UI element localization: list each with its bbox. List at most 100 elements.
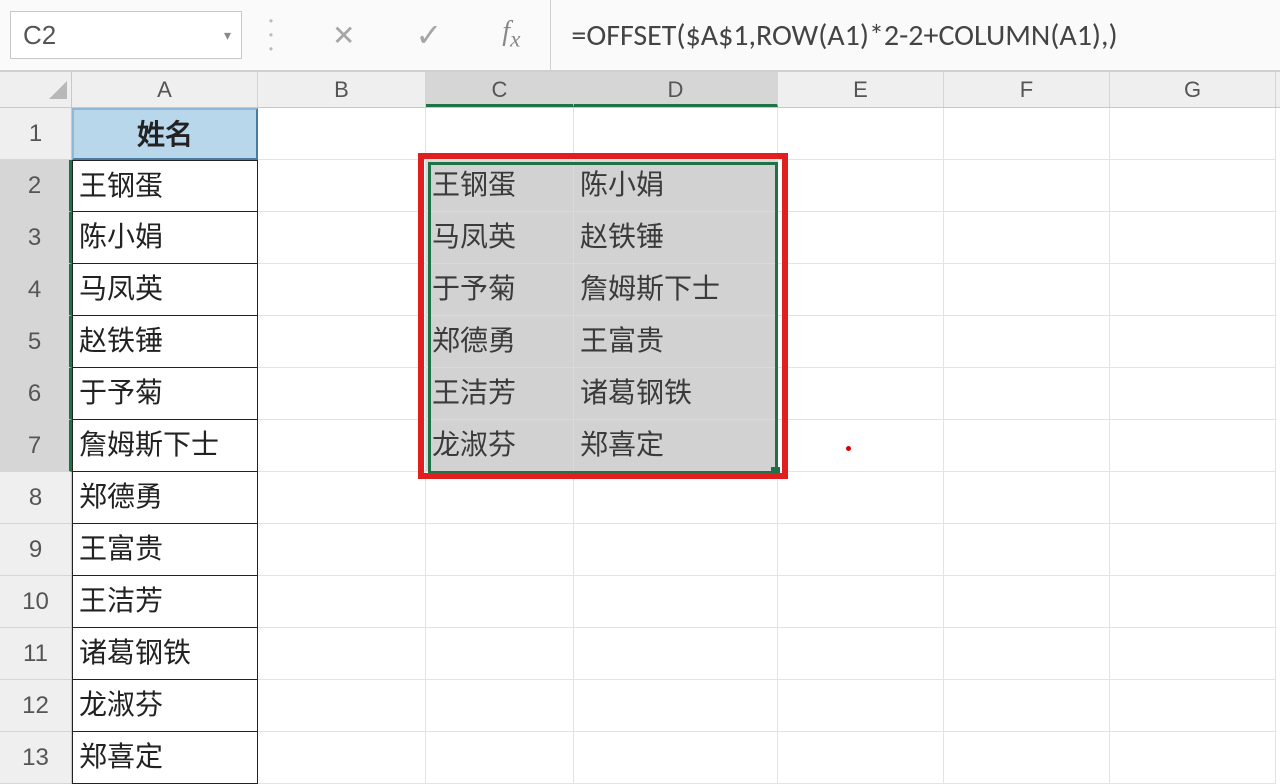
cell[interactable] xyxy=(426,732,574,784)
cell[interactable] xyxy=(944,680,1110,732)
cell[interactable]: 马凤英 xyxy=(72,264,258,316)
cell[interactable] xyxy=(258,576,426,628)
cell[interactable]: 陈小娟 xyxy=(72,212,258,264)
row-header[interactable]: 3 xyxy=(0,212,72,264)
cell[interactable] xyxy=(426,576,574,628)
enter-icon[interactable]: ✓ xyxy=(415,16,442,54)
cell[interactable]: 于予菊 xyxy=(426,264,574,316)
col-header-C[interactable]: C xyxy=(426,72,574,107)
row-header[interactable]: 1 xyxy=(0,108,72,160)
cell[interactable] xyxy=(778,420,944,472)
cell[interactable] xyxy=(1110,732,1276,784)
cell[interactable] xyxy=(778,732,944,784)
cell[interactable] xyxy=(426,680,574,732)
cell[interactable] xyxy=(944,316,1110,368)
cell[interactable] xyxy=(1110,628,1276,680)
cell[interactable] xyxy=(1110,160,1276,212)
cell[interactable] xyxy=(778,316,944,368)
cell[interactable] xyxy=(1110,264,1276,316)
col-header-B[interactable]: B xyxy=(258,72,426,107)
chevron-down-icon[interactable]: ▾ xyxy=(224,27,231,44)
row-header[interactable]: 8 xyxy=(0,472,72,524)
spreadsheet-grid[interactable]: A B C D E F G 1姓名2王钢蛋王钢蛋陈小娟3陈小娟马凤英赵铁锤4马凤… xyxy=(0,72,1280,784)
cell[interactable]: 龙淑芬 xyxy=(72,680,258,732)
select-all-corner[interactable] xyxy=(0,72,72,107)
cell[interactable] xyxy=(426,108,574,160)
cell[interactable] xyxy=(258,472,426,524)
cell[interactable] xyxy=(944,472,1110,524)
cell[interactable] xyxy=(1110,680,1276,732)
cell[interactable] xyxy=(574,472,778,524)
cell[interactable] xyxy=(944,368,1110,420)
cell[interactable]: 王富贵 xyxy=(574,316,778,368)
cell[interactable]: 诸葛钢铁 xyxy=(574,368,778,420)
cell[interactable] xyxy=(258,264,426,316)
cell[interactable]: 郑德勇 xyxy=(426,316,574,368)
cell[interactable] xyxy=(944,576,1110,628)
cell[interactable] xyxy=(426,524,574,576)
cell[interactable]: 詹姆斯下士 xyxy=(72,420,258,472)
fx-icon[interactable]: fx xyxy=(502,16,520,54)
cell[interactable] xyxy=(778,108,944,160)
cell[interactable] xyxy=(1110,576,1276,628)
cell[interactable] xyxy=(258,212,426,264)
cell[interactable] xyxy=(944,420,1110,472)
row-header[interactable]: 4 xyxy=(0,264,72,316)
cell[interactable]: 于予菊 xyxy=(72,368,258,420)
cell[interactable] xyxy=(1110,108,1276,160)
cell[interactable] xyxy=(258,628,426,680)
row-header[interactable]: 6 xyxy=(0,368,72,420)
cell[interactable] xyxy=(778,212,944,264)
row-header[interactable]: 12 xyxy=(0,680,72,732)
cancel-icon[interactable]: ✕ xyxy=(332,19,355,52)
col-header-D[interactable]: D xyxy=(574,72,778,107)
cell[interactable] xyxy=(778,524,944,576)
col-header-F[interactable]: F xyxy=(944,72,1110,107)
cell[interactable] xyxy=(258,732,426,784)
cell[interactable] xyxy=(778,576,944,628)
cell[interactable] xyxy=(778,680,944,732)
name-box[interactable]: C2 ▾ xyxy=(10,11,242,59)
cell[interactable]: 王洁芳 xyxy=(72,576,258,628)
cell[interactable] xyxy=(574,524,778,576)
cell[interactable]: 赵铁锤 xyxy=(574,212,778,264)
row-header[interactable]: 13 xyxy=(0,732,72,784)
row-header[interactable]: 9 xyxy=(0,524,72,576)
cell[interactable] xyxy=(426,628,574,680)
cell[interactable] xyxy=(944,160,1110,212)
cell[interactable]: 郑德勇 xyxy=(72,472,258,524)
cell[interactable] xyxy=(778,472,944,524)
cell[interactable] xyxy=(574,628,778,680)
cell[interactable] xyxy=(574,108,778,160)
cell[interactable]: 王富贵 xyxy=(72,524,258,576)
cell[interactable] xyxy=(778,628,944,680)
cell[interactable]: 马凤英 xyxy=(426,212,574,264)
cell[interactable] xyxy=(944,732,1110,784)
cell[interactable]: 姓名 xyxy=(72,108,258,160)
cell[interactable] xyxy=(258,524,426,576)
formula-input[interactable]: =OFFSET($A$1,ROW(A1)*2-2+COLUMN(A1),) xyxy=(550,0,1280,70)
cell[interactable]: 詹姆斯下士 xyxy=(574,264,778,316)
cell[interactable]: 王洁芳 xyxy=(426,368,574,420)
cell[interactable] xyxy=(944,524,1110,576)
cell[interactable] xyxy=(574,680,778,732)
cell[interactable]: 王钢蛋 xyxy=(72,160,258,212)
row-header[interactable]: 2 xyxy=(0,160,72,212)
row-header[interactable]: 5 xyxy=(0,316,72,368)
cell[interactable]: 郑喜定 xyxy=(574,420,778,472)
cell[interactable] xyxy=(944,264,1110,316)
cell[interactable] xyxy=(1110,472,1276,524)
cell[interactable]: 陈小娟 xyxy=(574,160,778,212)
cell[interactable]: 赵铁锤 xyxy=(72,316,258,368)
cell[interactable] xyxy=(426,472,574,524)
cell[interactable] xyxy=(258,680,426,732)
cell[interactable] xyxy=(574,732,778,784)
cell[interactable]: 龙淑芬 xyxy=(426,420,574,472)
cell[interactable] xyxy=(1110,524,1276,576)
cell[interactable] xyxy=(258,108,426,160)
col-header-A[interactable]: A xyxy=(72,72,258,107)
cell[interactable] xyxy=(778,368,944,420)
cell[interactable] xyxy=(944,108,1110,160)
cell[interactable] xyxy=(1110,212,1276,264)
cell[interactable]: 郑喜定 xyxy=(72,732,258,784)
